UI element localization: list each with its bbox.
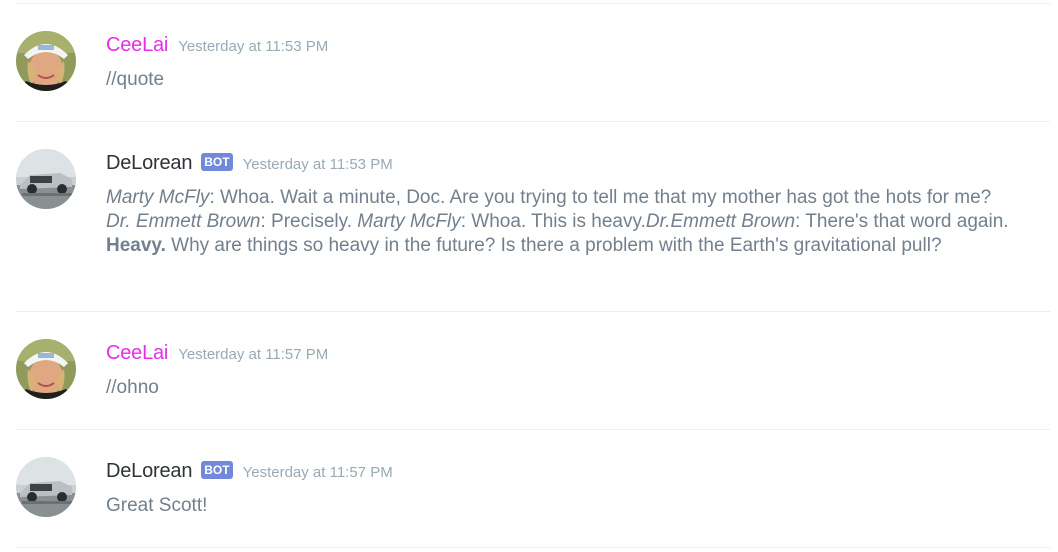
message-text: : Whoa. Wait a minute, Doc. Are you tryi… [209, 187, 992, 208]
bold-text: Heavy. [106, 235, 166, 256]
timestamp[interactable]: Yesterday at 11:53 PM [243, 156, 393, 173]
message-content: //quote [106, 69, 165, 90]
bot-tag: BOT [201, 461, 233, 479]
speaker-name: Dr.Emmett Brown [645, 211, 796, 232]
message-content: Great Scott! [106, 495, 208, 516]
username[interactable]: CeeLai [106, 342, 168, 365]
message-content: //ohno [106, 377, 159, 398]
bot-tag: BOT [201, 153, 233, 171]
message-header: CeeLai Yesterday at 11:57 PM [106, 342, 328, 366]
speaker-name: Marty McFly [106, 187, 210, 208]
message-text: Why are things so heavy in the future? I… [165, 235, 942, 256]
message-header: DeLorean BOT Yesterday at 11:53 PM [106, 152, 393, 176]
message-divider [16, 121, 1050, 122]
bot-avatar[interactable] [16, 457, 76, 517]
message-content: Marty McFly: Whoa. Wait a minute, Doc. A… [106, 186, 1018, 258]
username[interactable]: DeLorean [106, 152, 192, 175]
message-header: CeeLai Yesterday at 11:53 PM [106, 34, 328, 58]
timestamp[interactable]: Yesterday at 11:57 PM [178, 346, 328, 363]
bot-avatar[interactable] [16, 149, 76, 209]
message-text: : Precisely. [260, 211, 358, 232]
message-divider [16, 429, 1050, 430]
speaker-name: Dr. Emmett Brown [106, 211, 261, 232]
username[interactable]: CeeLai [106, 34, 168, 57]
speaker-name: Marty McFly [357, 211, 461, 232]
user-avatar[interactable] [16, 339, 76, 399]
message-divider [16, 311, 1050, 312]
timestamp[interactable]: Yesterday at 11:57 PM [243, 464, 393, 481]
user-avatar[interactable] [16, 31, 76, 91]
timestamp[interactable]: Yesterday at 11:53 PM [178, 38, 328, 55]
message-header: DeLorean BOT Yesterday at 11:57 PM [106, 460, 393, 484]
username[interactable]: DeLorean [106, 460, 192, 483]
message-text: : There's that word again. [795, 211, 1009, 232]
message-text: : Whoa. This is heavy. [460, 211, 646, 232]
message-divider [16, 547, 1050, 548]
message-divider [16, 3, 1050, 4]
